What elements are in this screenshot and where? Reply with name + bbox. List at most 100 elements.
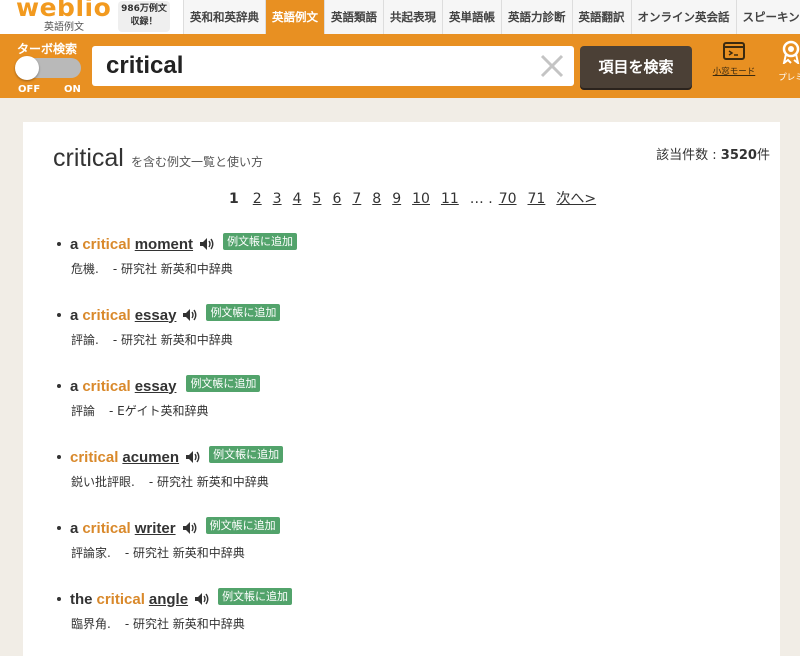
next-page-link[interactable]: 次へ> <box>556 188 596 208</box>
search-input[interactable] <box>92 46 532 86</box>
page-link[interactable]: 5 <box>313 191 322 207</box>
example-item: the critical angle 例文帳に追加 臨界角. - 研究社 新英和中… <box>57 587 757 656</box>
page-current: 1 <box>229 191 239 207</box>
nav-tab-online-conversation[interactable]: オンライン英会話 <box>630 0 736 34</box>
nav-tab-collocations[interactable]: 共起表現 <box>383 0 442 34</box>
bullet <box>57 384 61 388</box>
add-to-notebook-button[interactable]: 例文帳に追加 <box>209 445 284 463</box>
example-keyword: critical <box>82 235 131 253</box>
page-link[interactable]: 10 <box>412 191 430 207</box>
bullet <box>57 455 61 459</box>
turbo-search-label: ターボ検索 <box>17 42 78 56</box>
example-keyword: critical <box>70 448 119 466</box>
bullet <box>57 313 61 317</box>
example-sentence: critical acumen 例文帳に追加 <box>57 445 757 467</box>
site-logo[interactable]: weblio 英語例文 <box>14 0 114 34</box>
example-translation: 危機. - 研究社 新英和中辞典 <box>71 260 757 277</box>
bullet <box>57 526 61 530</box>
example-word-link[interactable]: essay <box>135 307 177 324</box>
page-link[interactable]: 8 <box>372 191 381 207</box>
pagination: 1 2 3 4 5 6 7 8 9 10 11 … . 70 71 次へ> <box>229 188 596 208</box>
example-keyword: critical <box>82 306 131 324</box>
example-keyword: critical <box>82 519 131 537</box>
page-link[interactable]: 4 <box>293 191 302 207</box>
page-link[interactable]: 11 <box>441 191 459 207</box>
translation-source: - Eゲイト英和辞典 <box>109 404 209 418</box>
translation-source: - 研究社 新英和中辞典 <box>112 262 233 276</box>
translation-text: 危機. <box>71 262 99 276</box>
heading-word: critical <box>53 144 124 172</box>
example-item: a critical essay 例文帳に追加 評論 - Eゲイト英和辞典 <box>57 374 757 447</box>
bullet <box>57 242 61 246</box>
example-sentence: the critical angle 例文帳に追加 <box>57 587 757 609</box>
window-mode-icon <box>723 42 745 60</box>
page-link[interactable]: 6 <box>332 191 341 207</box>
page-link[interactable]: 3 <box>273 191 282 207</box>
example-word-link[interactable]: acumen <box>122 449 179 466</box>
example-word-link[interactable]: angle <box>149 591 188 608</box>
add-to-notebook-button[interactable]: 例文帳に追加 <box>206 303 281 321</box>
hit-count-unit: 件 <box>756 148 770 163</box>
example-sentence: a critical writer 例文帳に追加 <box>57 516 757 538</box>
window-mode-label: 小窓モード <box>712 67 756 77</box>
nav-tab-dictionary[interactable]: 英和和英辞典 <box>183 0 265 34</box>
speaker-icon[interactable] <box>199 237 215 251</box>
example-sentence: a critical essay 例文帳に追加 <box>57 374 757 396</box>
example-keyword: critical <box>96 590 145 608</box>
premium-ribbon-icon <box>782 40 800 66</box>
example-count-badge: 986万例文 収録！ <box>118 1 170 32</box>
add-to-notebook-button[interactable]: 例文帳に追加 <box>205 516 280 534</box>
nav-tab-thesaurus[interactable]: 英語類語 <box>324 0 383 34</box>
example-translation: 評論家. - 研究社 新英和中辞典 <box>71 544 757 561</box>
example-item: a critical writer 例文帳に追加 評論家. - 研究社 新英和中辞… <box>57 516 757 589</box>
add-to-notebook-button[interactable]: 例文帳に追加 <box>186 374 261 392</box>
page-link[interactable]: 7 <box>352 191 361 207</box>
nav-tab-translate[interactable]: 英語翻訳 <box>571 0 631 34</box>
speaker-icon[interactable] <box>182 308 198 322</box>
add-to-notebook-button[interactable]: 例文帳に追加 <box>218 587 293 605</box>
premium-button[interactable]: プレミ <box>771 40 800 83</box>
example-translation: 評論. - 研究社 新英和中辞典 <box>71 331 757 348</box>
nav-tab-examples[interactable]: 英語例文 <box>265 0 324 34</box>
toggle-knob[interactable] <box>15 56 39 80</box>
window-mode-button[interactable]: 小窓モード <box>711 40 757 77</box>
results-heading: critical を含む例文一覧と使い方 <box>53 144 263 173</box>
clear-icon[interactable] <box>537 51 567 81</box>
example-list: a critical moment 例文帳に追加 危機. - 研究社 新英和中辞典… <box>57 232 757 656</box>
example-word: the <box>70 590 93 608</box>
nav-tab-test[interactable]: 英語力診断 <box>501 0 572 34</box>
nav-tab-wordbook[interactable]: 英単語帳 <box>442 0 501 34</box>
translation-text: 鋭い批評眼. <box>71 475 135 489</box>
results-card: critical を含む例文一覧と使い方 該当件数 : 3520件 1 2 3 … <box>23 122 780 656</box>
search-bar: ターボ検索 OFF ON 項目を検索 小窓モード プレミ <box>0 34 800 98</box>
bullet <box>57 597 61 601</box>
translation-source: - 研究社 新英和中辞典 <box>112 333 233 347</box>
example-translation: 鋭い批評眼. - 研究社 新英和中辞典 <box>71 473 757 490</box>
nav-tabs: 英和和英辞典 英語例文 英語類語 共起表現 英単語帳 英語力診断 英語翻訳 オン… <box>183 0 800 34</box>
example-item: a critical essay 例文帳に追加 評論. - 研究社 新英和中辞典 <box>57 303 757 376</box>
page-link[interactable]: 70 <box>499 191 517 207</box>
example-word-link[interactable]: essay <box>135 378 177 395</box>
turbo-search-toggle[interactable] <box>15 56 81 80</box>
heading-subtitle: を含む例文一覧と使い方 <box>130 155 263 169</box>
search-box <box>92 46 574 86</box>
nav-tab-speaking[interactable]: スピーキングテ <box>735 0 800 34</box>
example-translation: 評論 - Eゲイト英和辞典 <box>71 402 757 419</box>
page-link[interactable]: 2 <box>253 191 262 207</box>
speaker-icon[interactable] <box>182 521 198 535</box>
example-word: a <box>70 235 79 253</box>
translation-source: - 研究社 新英和中辞典 <box>124 617 245 631</box>
translation-text: 評論家. <box>71 546 111 560</box>
page-link[interactable]: 9 <box>392 191 401 207</box>
hit-count-value: 3520 <box>720 148 757 163</box>
example-word: a <box>70 377 79 395</box>
speaker-icon[interactable] <box>194 592 210 606</box>
toggle-on-label: ON <box>64 84 81 95</box>
example-word-link[interactable]: writer <box>135 520 176 537</box>
count-line-1: 986万例文 <box>121 4 167 14</box>
add-to-notebook-button[interactable]: 例文帳に追加 <box>223 232 298 250</box>
example-word-link[interactable]: moment <box>135 236 193 253</box>
speaker-icon[interactable] <box>185 450 201 464</box>
page-link[interactable]: 71 <box>528 191 546 207</box>
search-button[interactable]: 項目を検索 <box>580 46 692 88</box>
